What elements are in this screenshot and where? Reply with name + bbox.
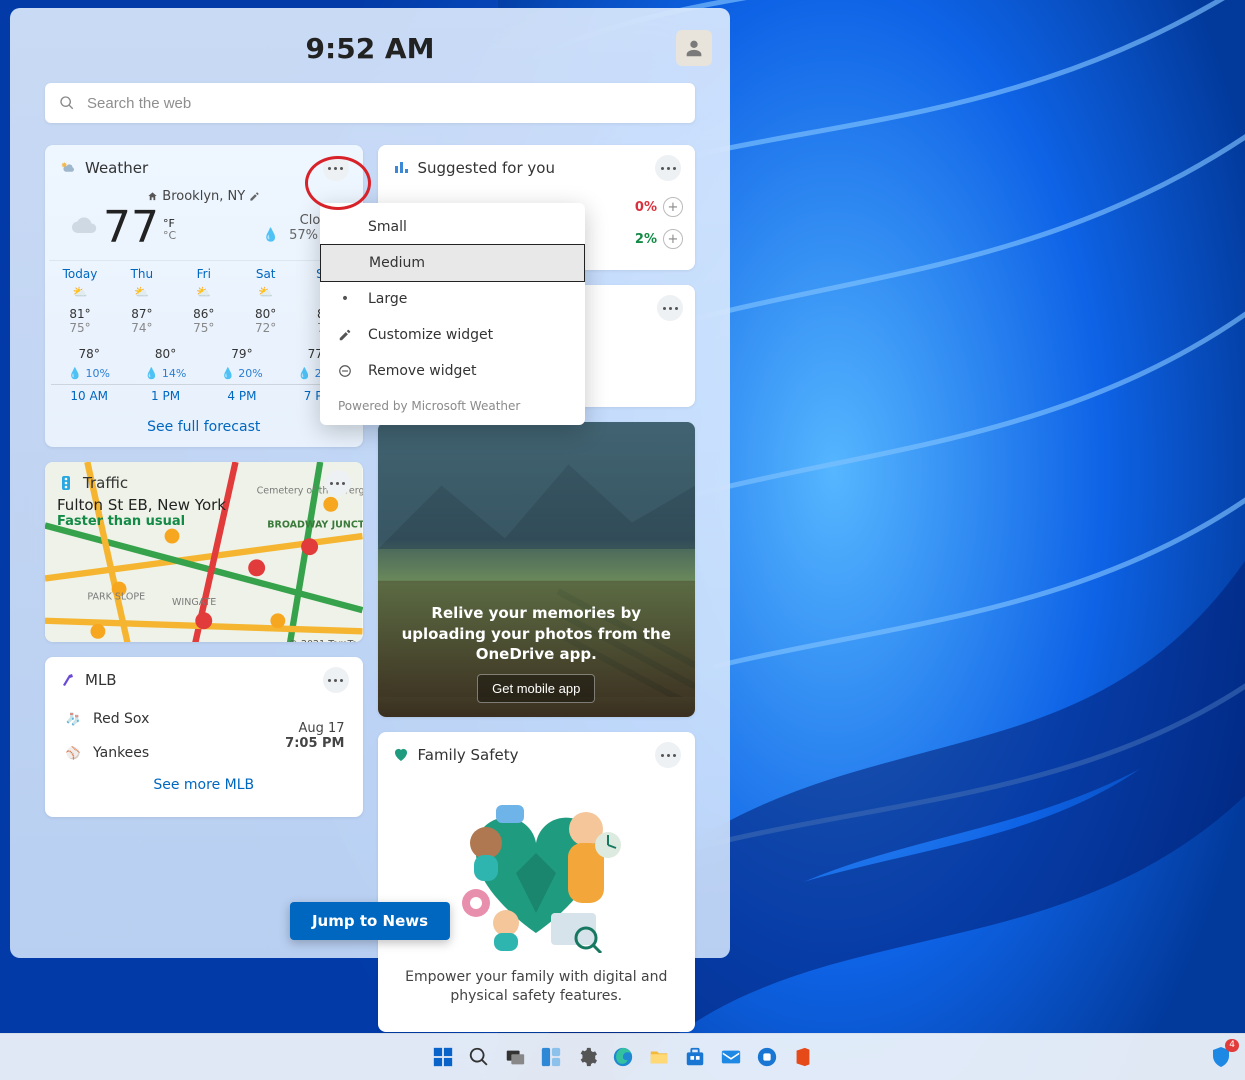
menu-remove[interactable]: Remove widget: [320, 353, 585, 389]
team-row: 🧦 Red Sox: [63, 709, 149, 729]
forecast-day[interactable]: Sat ⛅ 80°72°: [235, 267, 297, 335]
mlb-more-button[interactable]: [323, 667, 349, 693]
family-widget[interactable]: Family Safety E: [378, 732, 696, 1032]
weather-temp: 77: [103, 206, 159, 250]
taskbar-search-button[interactable]: [464, 1042, 494, 1072]
office-button[interactable]: [788, 1042, 818, 1072]
forecast-hour[interactable]: 80°💧 14%1 PM: [127, 347, 203, 403]
search-bar[interactable]: [45, 83, 695, 123]
notification-badge: 4: [1225, 1039, 1239, 1052]
app-button[interactable]: [752, 1042, 782, 1072]
pencil-icon: [334, 326, 356, 344]
full-forecast-link[interactable]: See full forecast: [147, 419, 260, 435]
family-icon: [392, 746, 410, 764]
see-more-mlb-link[interactable]: See more MLB: [153, 777, 254, 793]
menu-medium[interactable]: Medium: [320, 244, 585, 282]
menu-small[interactable]: Small: [320, 209, 585, 245]
traffic-title: Traffic: [83, 474, 128, 492]
game-date: Aug 17: [285, 721, 344, 736]
widget-context-menu: Small Medium •Large Customize widget Rem…: [320, 203, 585, 425]
tips-more-button[interactable]: [657, 295, 683, 321]
team-name: Red Sox: [93, 711, 149, 727]
family-title: Family Safety: [418, 746, 519, 764]
person-icon: [683, 37, 705, 59]
team-row: ⚾ Yankees: [63, 743, 149, 763]
family-more-button[interactable]: [655, 742, 681, 768]
settings-button[interactable]: [572, 1042, 602, 1072]
widgets-button[interactable]: [536, 1042, 566, 1072]
redsox-logo-icon: 🧦: [63, 709, 83, 729]
forecast-day[interactable]: Thu ⛅ 87°74°: [111, 267, 173, 335]
weather-location: Brooklyn, NY: [162, 189, 245, 204]
cloud-icon: [63, 214, 101, 242]
sports-icon: [59, 671, 77, 689]
temp-units[interactable]: °F °C: [163, 218, 176, 242]
clock: 9:52 AM: [45, 32, 695, 65]
edit-icon[interactable]: [249, 191, 260, 202]
suggested-icon: [392, 159, 410, 177]
home-icon: [147, 191, 158, 202]
forecast-hour[interactable]: 78°💧 10%10 AM: [51, 347, 127, 403]
family-caption: Empower your family with digital and phy…: [378, 968, 696, 1006]
profile-button[interactable]: [676, 30, 712, 66]
widgets-panel: 9:52 AM Weather Brooklyn, NY: [10, 8, 730, 958]
mail-button[interactable]: [716, 1042, 746, 1072]
weather-title: Weather: [85, 159, 148, 177]
weather-location-row[interactable]: Brooklyn, NY: [45, 189, 363, 204]
start-button[interactable]: [428, 1042, 458, 1072]
mlb-widget[interactable]: MLB 🧦 Red Sox ⚾ Yankees: [45, 657, 363, 817]
traffic-status: Faster than usual: [57, 514, 351, 529]
security-tray-icon[interactable]: 4: [1205, 1041, 1237, 1073]
svg-text:WINGATE: WINGATE: [172, 597, 216, 608]
drop-icon: 💧: [263, 228, 279, 243]
suggested-title: Suggested for you: [418, 159, 555, 177]
photos-widget[interactable]: Relive your memories by uploading your p…: [378, 422, 696, 717]
traffic-icon: [57, 474, 75, 492]
weather-widget[interactable]: Weather Brooklyn, NY 77 °F: [45, 145, 363, 447]
forecast-day[interactable]: Today ⛅ 81°75°: [49, 267, 111, 335]
add-icon[interactable]: +: [663, 197, 683, 217]
forecast-hour[interactable]: 79°💧 20%4 PM: [204, 347, 280, 403]
add-icon[interactable]: +: [663, 229, 683, 249]
bullet-icon: •: [334, 290, 356, 308]
task-view-button[interactable]: [500, 1042, 530, 1072]
store-button[interactable]: [680, 1042, 710, 1072]
weather-icon: [59, 159, 77, 177]
weather-hourly-row: 78°💧 10%10 AM80°💧 14%1 PM79°💧 20%4 PM77°…: [51, 341, 357, 409]
taskbar: 4: [0, 1033, 1245, 1080]
get-mobile-app-button[interactable]: Get mobile app: [477, 674, 595, 703]
suggested-more-button[interactable]: [655, 155, 681, 181]
svg-text:PARK SLOPE: PARK SLOPE: [87, 592, 145, 603]
edge-button[interactable]: [608, 1042, 638, 1072]
explorer-button[interactable]: [644, 1042, 674, 1072]
traffic-route: Fulton St EB, New York: [57, 496, 351, 514]
svg-text:© 2021 TomTom: © 2021 TomTom: [288, 639, 362, 642]
yankees-logo-icon: ⚾: [63, 743, 83, 763]
mlb-title: MLB: [85, 671, 117, 689]
forecast-day[interactable]: Fri ⛅ 86°75°: [173, 267, 235, 335]
remove-icon: [334, 362, 356, 380]
weather-humidity: 57%: [289, 228, 318, 243]
menu-powered-by: Powered by Microsoft Weather: [320, 389, 585, 419]
traffic-more-button[interactable]: [325, 470, 351, 496]
menu-large[interactable]: •Large: [320, 281, 585, 317]
photos-caption: Relive your memories by uploading your p…: [392, 603, 682, 664]
jump-to-news-button[interactable]: Jump to News: [290, 902, 450, 940]
game-time: 7:05 PM: [285, 736, 344, 751]
menu-customize[interactable]: Customize widget: [320, 317, 585, 353]
search-icon: [59, 95, 75, 111]
team-name: Yankees: [93, 745, 149, 761]
search-input[interactable]: [85, 94, 681, 113]
weather-daily-row: Today ⛅ 81°75°Thu ⛅ 87°74°Fri ⛅ 86°75°Sa…: [49, 260, 359, 335]
weather-more-button[interactable]: [323, 155, 349, 181]
traffic-widget[interactable]: © 2021 TomTom Cemetery of the Evergreens…: [45, 462, 363, 642]
